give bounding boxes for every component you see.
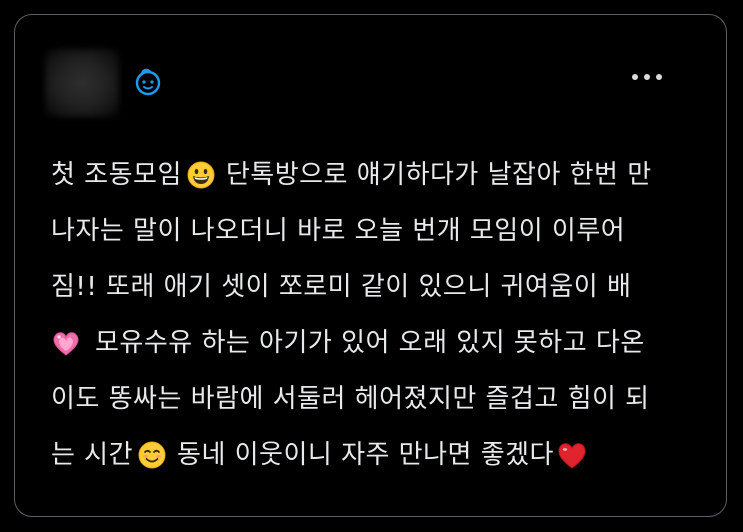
tweet-line: 나자는 말이 나오더니 바로 오늘 번개 모임이 이루어 xyxy=(51,203,716,259)
grinning-face-icon xyxy=(186,160,216,190)
tweet-line: 모유수유 하는 아기가 있어 오래 있지 못하고 다온 xyxy=(51,315,716,371)
tweet-text-segment: 이도 똥싸는 바람에 서둘러 헤어졌지만 즐겁고 힘이 되 xyxy=(51,384,650,414)
baby-face-icon xyxy=(131,65,165,99)
tweet-text-segment: 나자는 말이 나오더니 바로 오늘 번개 모임이 이루어 xyxy=(51,216,626,246)
tweet-text: 첫 조동모임 단톡방으로 얘기하다가 날잡아 한번 만 나자는 말이 나오더니 … xyxy=(51,147,716,483)
pink-heart-icon xyxy=(51,328,81,358)
tweet-text-segment: 단톡방으로 얘기하다가 날잡아 한번 만 xyxy=(225,160,652,190)
more-options-button[interactable] xyxy=(627,63,667,91)
tweet-text-segment: 짐!! 또래 애기 셋이 쪼로미 같이 있으니 귀여움이 배 xyxy=(51,272,632,302)
author-avatar[interactable] xyxy=(45,49,119,117)
tweet-text-segment: 는 시간 xyxy=(51,440,134,470)
tweet-line: 는 시간 동네 이웃이니 자주 만나면 좋겠다 xyxy=(51,427,716,483)
tweet-line: 짐!! 또래 애기 셋이 쪼로미 같이 있으니 귀여움이 배 xyxy=(51,259,716,315)
tweet-text-segment: 첫 조동모임 xyxy=(51,160,182,190)
tweet-line: 첫 조동모임 단톡방으로 얘기하다가 날잡아 한번 만 xyxy=(51,147,716,203)
red-heart-icon xyxy=(556,440,586,470)
tweet-line: 이도 똥싸는 바람에 서둘러 헤어졌지만 즐겁고 힘이 되 xyxy=(51,371,716,427)
tweet-card[interactable]: 첫 조동모임 단톡방으로 얘기하다가 날잡아 한번 만 나자는 말이 나오더니 … xyxy=(14,14,727,517)
tweet-text-segment: 모유수유 하는 아기가 있어 오래 있지 못하고 다온 xyxy=(95,328,645,358)
smiling-face-icon xyxy=(137,440,167,470)
tweet-text-segment: 동네 이웃이니 자주 만나면 좋겠다 xyxy=(177,440,554,470)
